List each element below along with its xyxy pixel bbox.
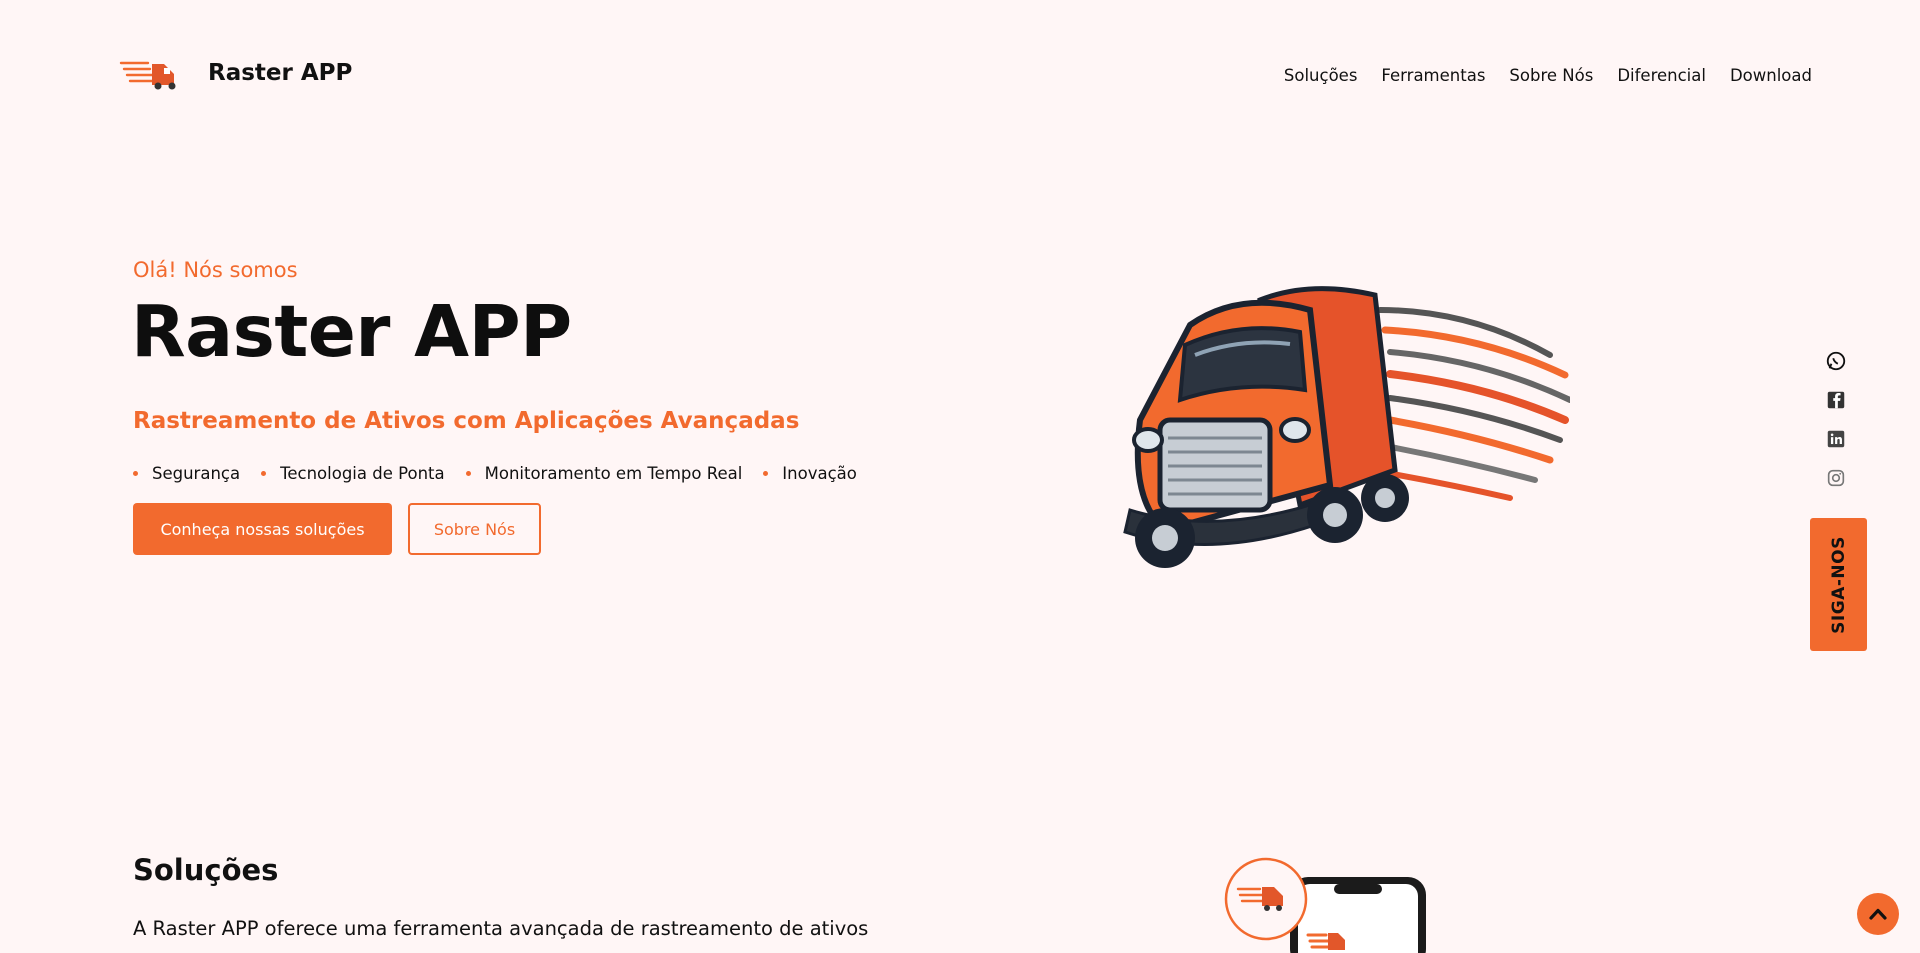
about-button[interactable]: Sobre Nós	[408, 503, 541, 555]
list-item: Tecnologia de Ponta	[261, 464, 445, 483]
linkedin-icon[interactable]	[1825, 428, 1847, 450]
hero-title: Raster APP	[131, 290, 572, 373]
nav-item-download[interactable]: Download	[1730, 66, 1812, 85]
bullet-icon	[133, 471, 138, 476]
section-title: Soluções	[133, 853, 279, 887]
bullet-icon	[763, 471, 769, 476]
follow-us-tab[interactable]: SIGA-NOS	[1810, 518, 1867, 651]
truck-illustration	[1123, 286, 1570, 568]
list-item: Inovação	[763, 464, 857, 483]
list-item: Monitoramento em Tempo Real	[465, 464, 743, 483]
hero-eyebrow: Olá! Nós somos	[133, 258, 298, 282]
logo-icon[interactable]	[118, 54, 186, 96]
section-text: A Raster APP oferece uma ferramenta avan…	[133, 917, 869, 940]
brand-name[interactable]: Raster APP	[208, 60, 352, 86]
instagram-icon[interactable]	[1825, 467, 1847, 489]
solutions-button[interactable]: Conheça nossas soluções	[133, 503, 392, 555]
bullet-icon	[465, 471, 471, 476]
nav-item-solucoes[interactable]: Soluções	[1284, 66, 1358, 85]
feature-label: Tecnologia de Ponta	[280, 464, 445, 483]
follow-us-label: SIGA-NOS	[1828, 535, 1849, 634]
phone-illustration	[1224, 857, 1426, 953]
feature-list: Segurança Tecnologia de Ponta Monitorame…	[133, 464, 878, 483]
hero-subtitle: Rastreamento de Ativos com Aplicações Av…	[133, 408, 800, 434]
facebook-icon[interactable]	[1825, 389, 1847, 411]
site-header: Raster APP Soluções Ferramentas Sobre Nó…	[0, 0, 1920, 152]
nav-item-sobre-nos[interactable]: Sobre Nós	[1509, 66, 1593, 85]
nav-item-diferencial[interactable]: Diferencial	[1617, 66, 1706, 85]
feature-label: Segurança	[152, 464, 241, 483]
nav-item-ferramentas[interactable]: Ferramentas	[1381, 66, 1485, 85]
list-item: Segurança	[133, 464, 240, 483]
whatsapp-icon[interactable]	[1825, 350, 1847, 372]
main-nav: Soluções Ferramentas Sobre Nós Diferenci…	[1260, 66, 1812, 85]
feature-label: Monitoramento em Tempo Real	[484, 464, 743, 483]
social-links	[1824, 350, 1848, 506]
scroll-to-top-button[interactable]	[1857, 893, 1899, 935]
bullet-icon	[261, 471, 267, 476]
feature-label: Inovação	[782, 464, 857, 483]
chevron-up-icon	[1869, 908, 1887, 920]
